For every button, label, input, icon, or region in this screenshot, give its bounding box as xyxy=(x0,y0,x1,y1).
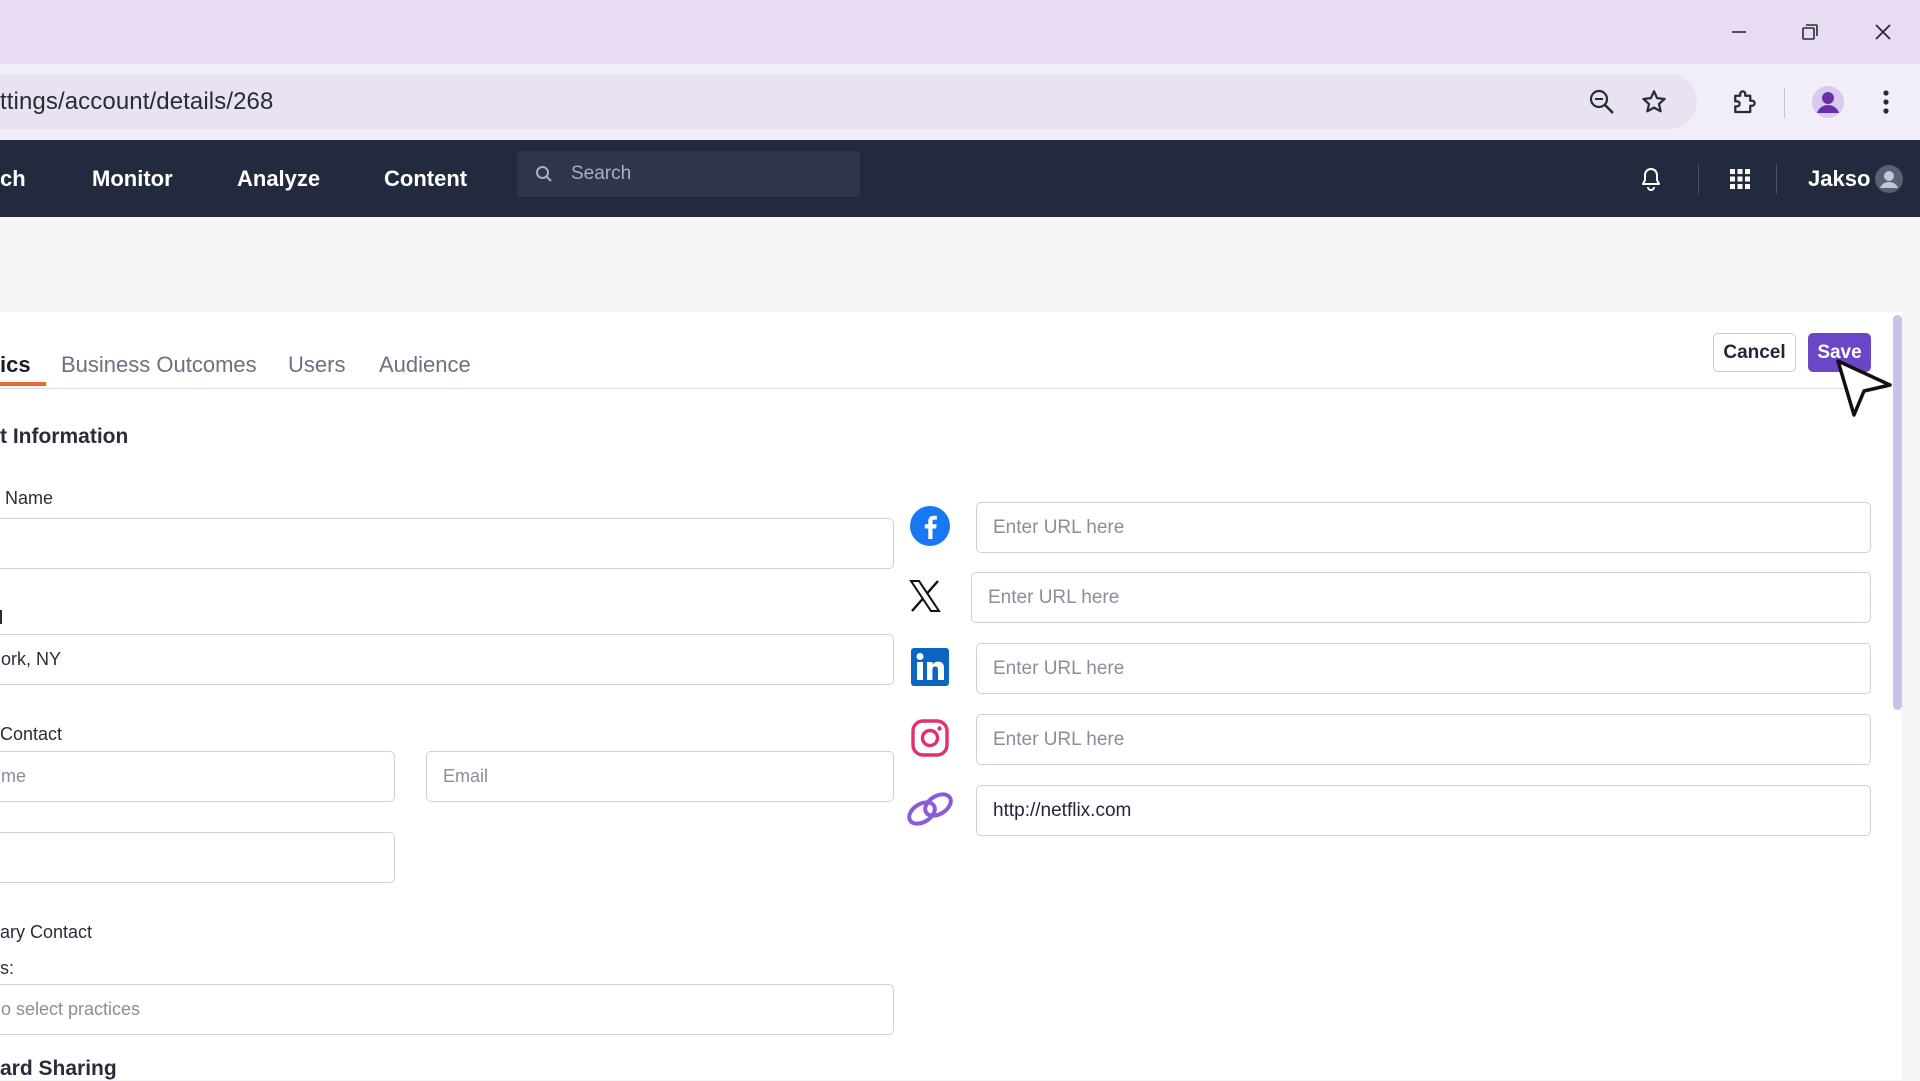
tab-basics[interactable]: ics xyxy=(0,352,31,378)
search-icon xyxy=(536,166,552,182)
primary-contact-label: Contact xyxy=(0,724,63,744)
url-text[interactable]: ttings/account/details/268 xyxy=(0,74,273,129)
app-navbar: ch Monitor Analyze Content Search Jakso xyxy=(0,140,1920,217)
section-title-dashboard-sharing: ard Sharing xyxy=(0,1057,117,1080)
facebook-url-input[interactable]: Enter URL here xyxy=(976,502,1871,553)
browser-menu-button[interactable] xyxy=(1864,80,1908,124)
linkedin-icon xyxy=(906,643,954,691)
nav-item-monitor[interactable]: Monitor xyxy=(92,140,173,217)
tab-audience[interactable]: Audience xyxy=(379,352,471,378)
bell-icon xyxy=(1642,168,1660,191)
apps-grid-icon xyxy=(1730,169,1750,189)
close-window-button[interactable] xyxy=(1857,12,1909,52)
instagram-url-placeholder: Enter URL here xyxy=(993,729,1125,750)
kebab-menu-icon xyxy=(1883,90,1889,114)
toolbar-divider xyxy=(1784,88,1785,118)
zoom-button[interactable] xyxy=(1580,80,1624,124)
account-name-input[interactable] xyxy=(0,518,894,569)
tab-users[interactable]: Users xyxy=(288,352,345,378)
location-label-fragment xyxy=(0,610,2,624)
star-icon xyxy=(1642,90,1666,113)
facebook-icon xyxy=(906,502,954,550)
linkedin-url-input[interactable]: Enter URL here xyxy=(976,643,1871,694)
contact-name-input[interactable]: me xyxy=(0,751,395,802)
save-button[interactable]: Save xyxy=(1808,333,1871,372)
contact-phone-input[interactable] xyxy=(0,832,395,883)
extensions-icon xyxy=(1734,90,1756,114)
bookmark-button[interactable] xyxy=(1632,80,1676,124)
cancel-button[interactable]: Cancel xyxy=(1713,333,1796,372)
location-value: ork, NY xyxy=(1,649,62,669)
secondary-contact-label: ary Contact xyxy=(0,922,93,942)
section-title-account-information: t Information xyxy=(0,425,129,448)
extensions-button[interactable] xyxy=(1722,80,1766,124)
instagram-url-input[interactable]: Enter URL here xyxy=(976,714,1871,765)
avatar-icon xyxy=(1875,165,1903,193)
twitter-url-placeholder: Enter URL here xyxy=(988,587,1120,608)
link-icon xyxy=(904,785,956,833)
nav-item-analyze[interactable]: Analyze xyxy=(237,140,320,217)
nav-divider xyxy=(1698,164,1699,194)
zoom-icon xyxy=(1589,89,1614,114)
location-input[interactable]: ork, NY xyxy=(0,634,894,685)
notifications-button[interactable] xyxy=(1634,162,1668,196)
minimize-icon xyxy=(1732,31,1746,33)
contact-name-placeholder: me xyxy=(1,766,27,786)
close-icon xyxy=(1875,24,1891,40)
nav-item-research[interactable]: ch xyxy=(0,140,26,217)
tabs-divider xyxy=(0,388,1872,389)
global-search-input[interactable]: Search xyxy=(517,151,860,197)
practices-select[interactable]: o select practices xyxy=(0,984,894,1035)
contact-email-placeholder: Email xyxy=(443,766,489,786)
minimize-button[interactable] xyxy=(1713,12,1765,52)
instagram-icon xyxy=(906,714,954,762)
account-name-label: Name xyxy=(0,488,54,508)
user-avatar[interactable] xyxy=(1875,165,1903,193)
tab-business-outcomes[interactable]: Business Outcomes xyxy=(61,352,257,378)
user-name[interactable]: Jakso xyxy=(1808,140,1870,217)
website-url-input[interactable]: http://netflix.com xyxy=(976,785,1871,836)
practices-placeholder: o select practices xyxy=(1,999,141,1019)
search-placeholder: Search xyxy=(571,163,632,184)
facebook-url-placeholder: Enter URL here xyxy=(993,517,1125,538)
scrollbar-thumb[interactable] xyxy=(1893,315,1902,710)
nav-divider xyxy=(1776,164,1777,194)
contact-email-input[interactable]: Email xyxy=(426,751,894,802)
address-bar[interactable]: ttings/account/details/268 xyxy=(0,74,1697,129)
practices-label: s: xyxy=(0,958,15,978)
twitter-url-input[interactable]: Enter URL here xyxy=(971,572,1871,623)
browser-titlebar xyxy=(0,0,1920,64)
account-details-card: ics Business Outcomes Users Audience Can… xyxy=(0,312,1902,1080)
restore-button[interactable] xyxy=(1784,12,1836,52)
profile-icon xyxy=(1812,86,1844,118)
profile-button[interactable] xyxy=(1806,80,1850,124)
restore-icon xyxy=(1802,24,1818,40)
active-tab-indicator xyxy=(0,382,46,386)
apps-grid-button[interactable] xyxy=(1723,162,1757,196)
browser-toolbar: ttings/account/details/268 xyxy=(0,64,1920,140)
linkedin-url-placeholder: Enter URL here xyxy=(993,658,1125,679)
page-header-space xyxy=(0,217,1920,312)
website-url-value: http://netflix.com xyxy=(993,800,1132,821)
nav-item-content[interactable]: Content xyxy=(384,140,467,217)
x-twitter-icon xyxy=(901,572,949,620)
